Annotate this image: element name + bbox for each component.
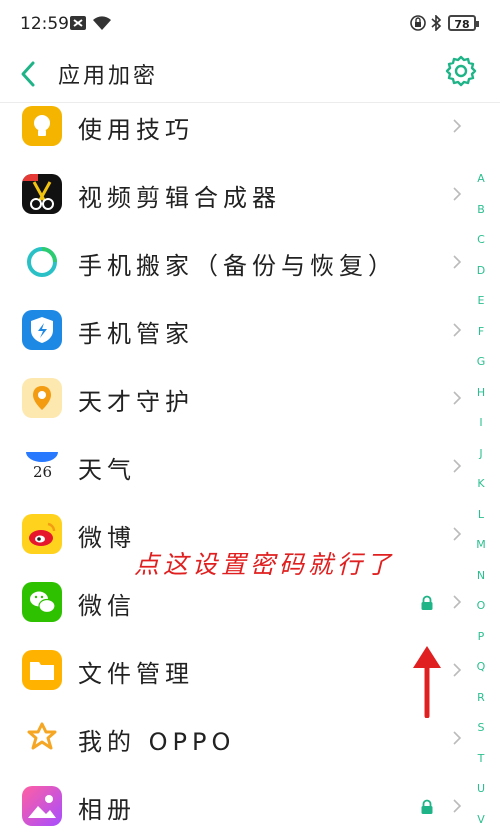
lock-rotation-icon: [410, 15, 426, 31]
annotation-text: 点这设置密码就行了: [134, 550, 396, 579]
file-manager-icon: [22, 650, 62, 690]
index-letter[interactable]: K: [470, 477, 492, 490]
weather-day: 26: [33, 463, 53, 481]
index-letter[interactable]: P: [470, 630, 492, 643]
list-item-file-manager[interactable]: 文件管理: [0, 636, 470, 704]
index-letter[interactable]: E: [470, 294, 492, 307]
index-letter[interactable]: S: [470, 721, 492, 734]
list-item-genius-guard[interactable]: 天才守护: [0, 364, 470, 432]
index-letter[interactable]: C: [470, 233, 492, 246]
index-letter[interactable]: B: [470, 203, 492, 216]
app-label: 文件管理: [78, 660, 194, 688]
list-item-phone-manager[interactable]: 手机管家: [0, 296, 470, 364]
app-label: 微博: [78, 524, 136, 552]
chevron-right-icon: [453, 731, 462, 745]
chevron-right-icon: [453, 391, 462, 405]
video-editor-icon: [22, 174, 62, 214]
phone-clone-icon: [22, 242, 62, 282]
gallery-icon: [22, 786, 62, 826]
status-time: 12:59: [20, 14, 69, 34]
index-letter[interactable]: F: [470, 325, 492, 338]
index-letter[interactable]: D: [470, 264, 492, 277]
app-label: 我的 OPPO: [78, 728, 236, 756]
lock-icon: [421, 799, 433, 814]
chevron-right-icon: [453, 255, 462, 269]
app-label: 手机搬家（备份与恢复）: [78, 252, 397, 280]
index-letter[interactable]: J: [470, 447, 492, 460]
list-item-weather[interactable]: 26 天气: [0, 432, 470, 500]
wechat-icon: [22, 582, 62, 622]
index-letter[interactable]: T: [470, 752, 492, 765]
app-label: 使用技巧: [78, 116, 194, 144]
app-label: 天气: [78, 456, 136, 484]
notification-icon: [70, 16, 86, 30]
weather-icon: 26: [22, 446, 62, 486]
phone-manager-icon: [22, 310, 62, 350]
index-letter[interactable]: L: [470, 508, 492, 521]
chevron-right-icon: [453, 119, 462, 133]
index-letter[interactable]: Q: [470, 660, 492, 673]
chevron-right-icon: [453, 187, 462, 201]
index-letter[interactable]: M: [470, 538, 492, 551]
index-letter[interactable]: N: [470, 569, 492, 582]
back-arrow-icon[interactable]: [14, 56, 44, 92]
lightbulb-icon: [22, 106, 62, 146]
app-label: 相册: [78, 796, 136, 824]
chevron-right-icon: [453, 527, 462, 541]
index-letter[interactable]: R: [470, 691, 492, 704]
index-letter[interactable]: A: [470, 172, 492, 185]
lock-icon: [421, 595, 433, 610]
index-letter[interactable]: H: [470, 386, 492, 399]
chevron-right-icon: [453, 663, 462, 677]
app-label: 微信: [78, 592, 136, 620]
status-bar: 12:59 78: [0, 0, 500, 48]
wifi-icon: [93, 16, 111, 30]
index-letter[interactable]: V: [470, 813, 492, 826]
chevron-right-icon: [453, 799, 462, 813]
annotation-arrow-icon: [413, 646, 441, 718]
app-label: 手机管家: [78, 320, 194, 348]
location-guard-icon: [22, 378, 62, 418]
weibo-icon: [22, 514, 62, 554]
list-item-video-editor[interactable]: 视频剪辑合成器: [0, 160, 470, 228]
gear-icon[interactable]: [444, 54, 478, 88]
list-item-my-oppo[interactable]: 我的 OPPO: [0, 704, 470, 772]
battery-indicator: 78: [448, 15, 479, 31]
list-item-phone-clone[interactable]: 手机搬家（备份与恢复）: [0, 228, 470, 296]
battery-level: 78: [454, 18, 470, 31]
list-item-tips[interactable]: 使用技巧: [0, 92, 470, 160]
index-letter[interactable]: O: [470, 599, 492, 612]
chevron-right-icon: [453, 595, 462, 609]
app-label: 天才守护: [78, 388, 194, 416]
index-letter[interactable]: I: [470, 416, 492, 429]
index-letter[interactable]: G: [470, 355, 492, 368]
list-item-gallery[interactable]: 相册: [0, 772, 470, 840]
page-title: 应用加密: [58, 64, 159, 89]
chevron-right-icon: [453, 323, 462, 337]
index-letter[interactable]: U: [470, 782, 492, 795]
chevron-right-icon: [453, 459, 462, 473]
app-label: 视频剪辑合成器: [78, 184, 281, 212]
bluetooth-icon: [431, 15, 442, 31]
my-oppo-icon: [22, 718, 62, 758]
